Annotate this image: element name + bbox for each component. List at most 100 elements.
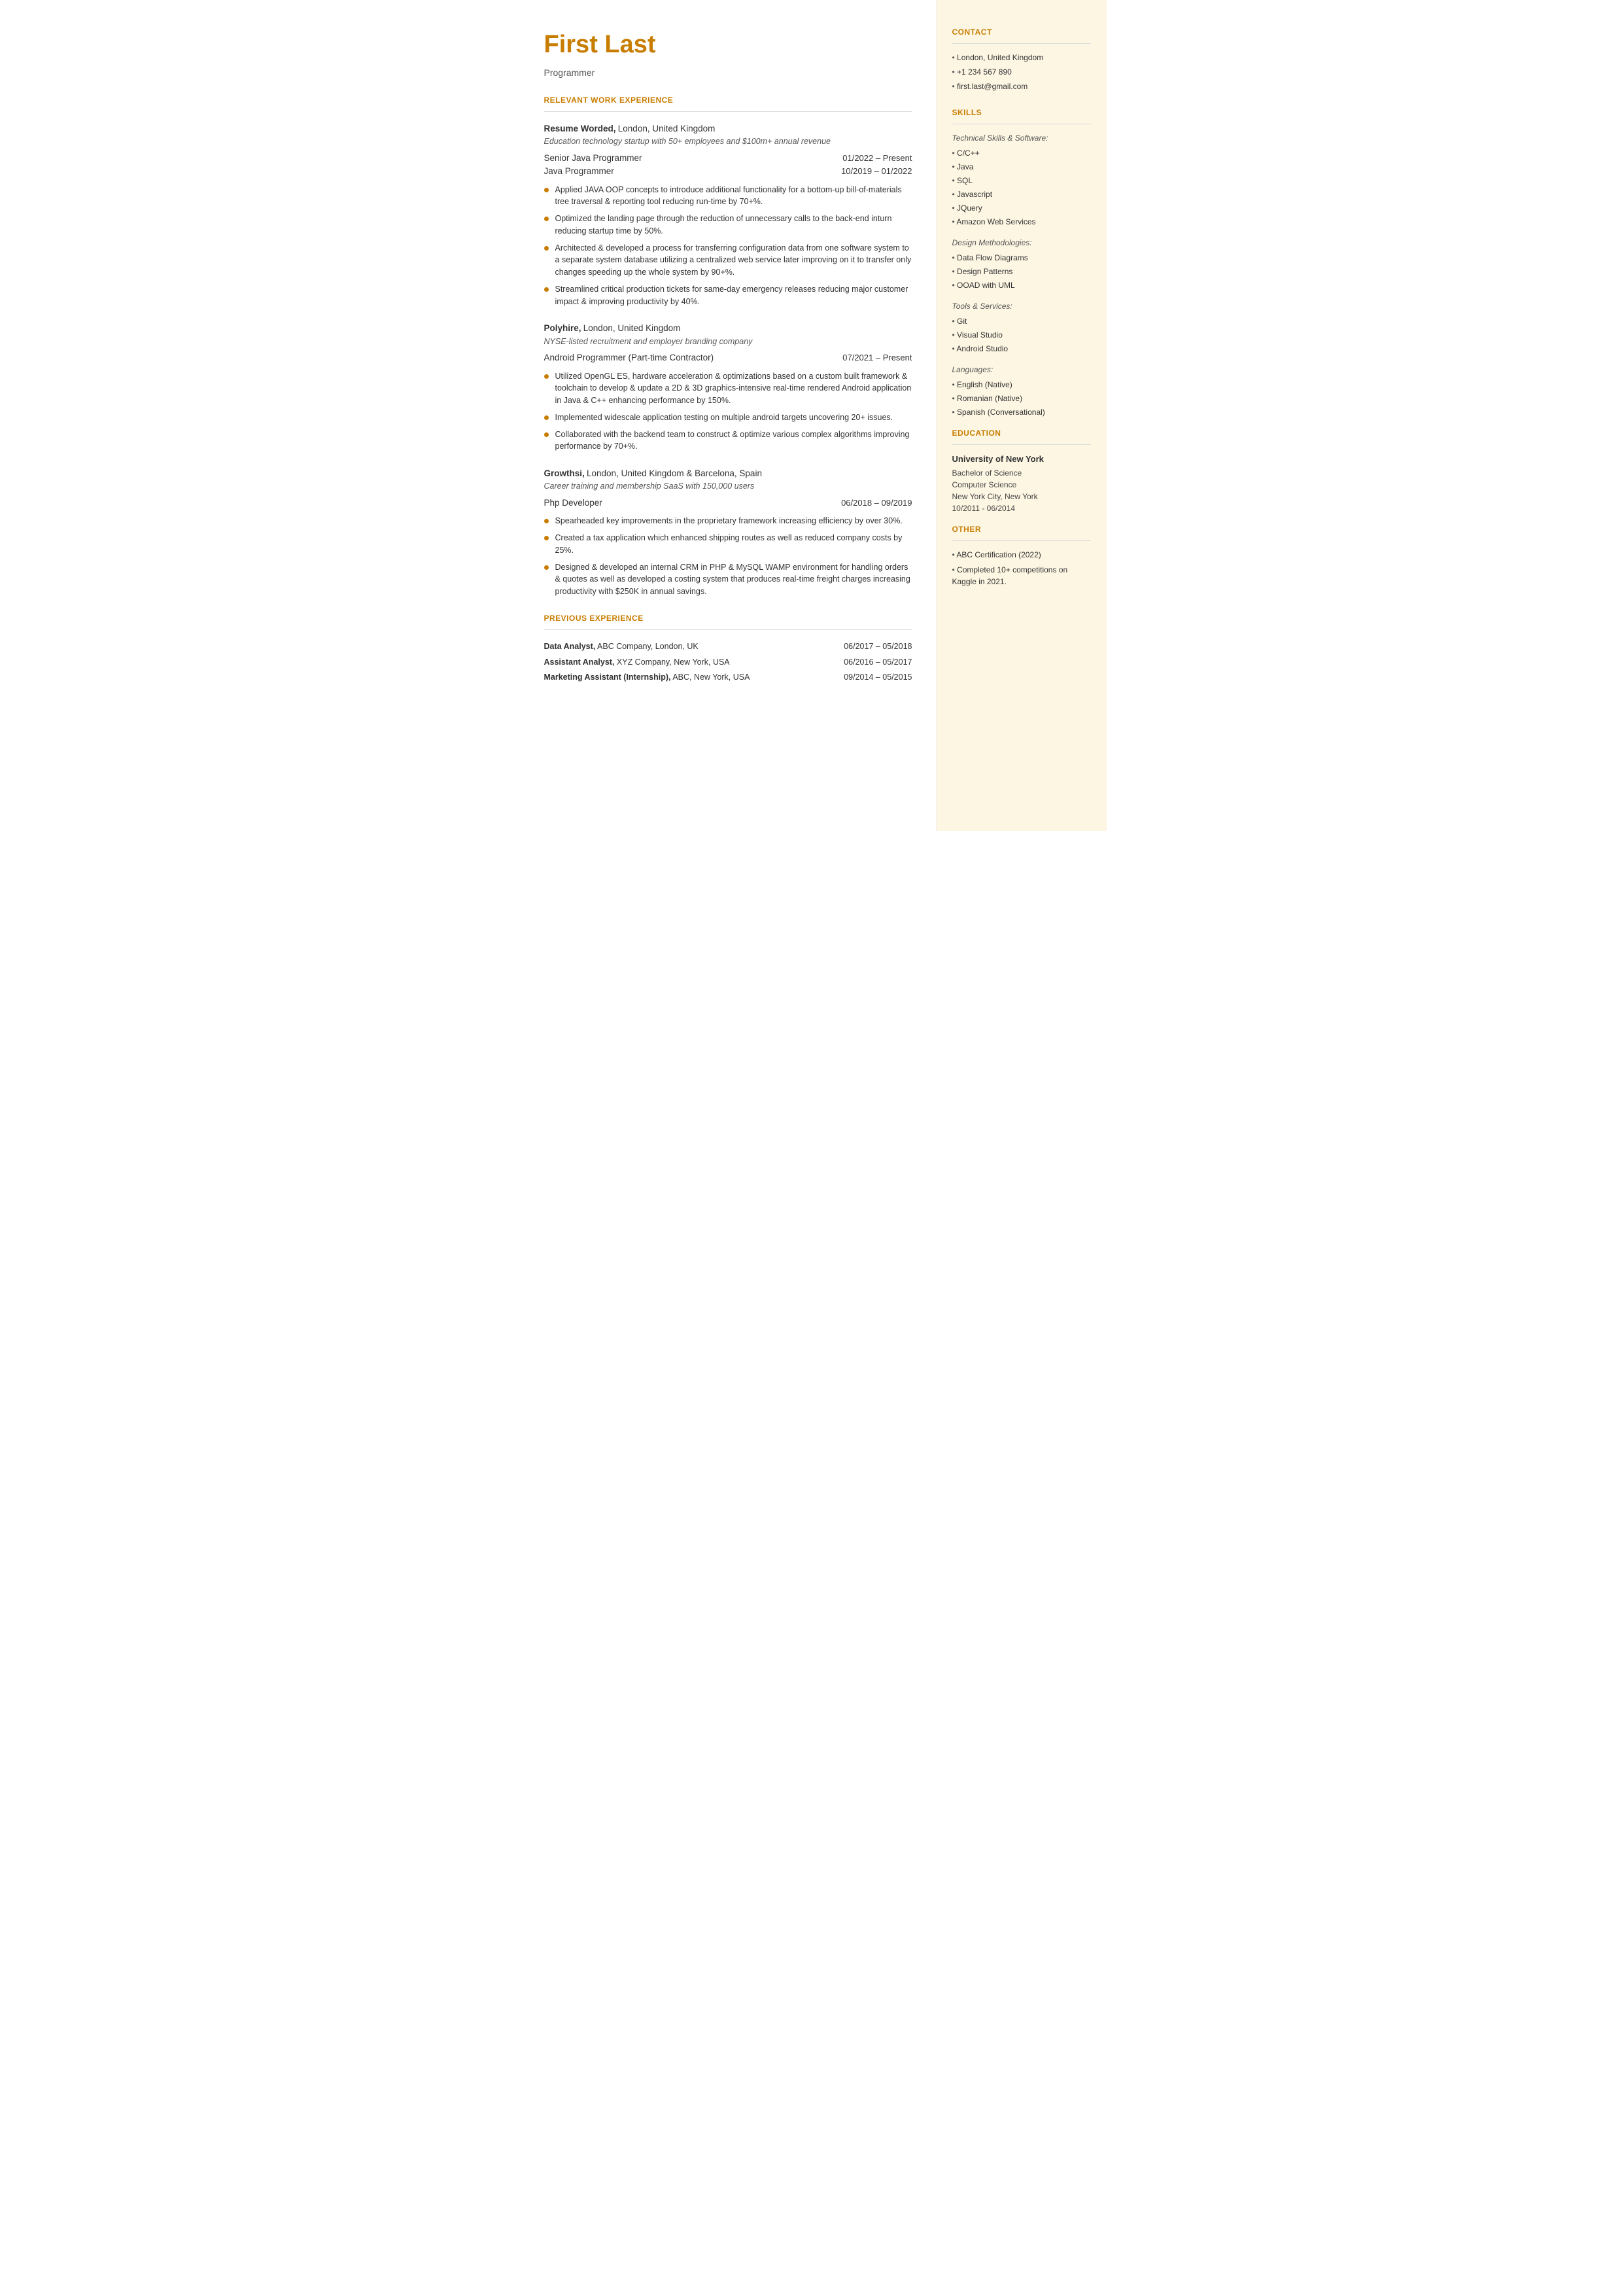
relevant-work-title: RELEVANT WORK EXPERIENCE [544,94,912,106]
edu-dates: 10/2011 - 06/2014 [952,502,1091,514]
prev-date-1: 06/2017 – 05/2018 [844,640,912,653]
bullet-list-2: Utilized OpenGL ES, hardware acceleratio… [544,370,912,453]
prev-role-3: Marketing Assistant (Internship), ABC, N… [544,671,844,684]
bullet-dot [544,565,549,570]
design-label: Design Methodologies: [952,237,1091,249]
prev-role-bold-1: Data Analyst, [544,642,596,651]
prev-row-1: Data Analyst, ABC Company, London, UK 06… [544,640,912,653]
education-title: EDUCATION [952,427,1091,439]
lang-2: Spanish (Conversational) [952,406,1091,418]
company-name-2: Polyhire, [544,323,581,333]
job-block-resume-worded: Resume Worded, London, United Kingdom Ed… [544,122,912,307]
job-row-1b: Java Programmer 10/2019 – 01/2022 [544,165,912,178]
company-header-1: Resume Worded, London, United Kingdom [544,122,912,135]
job-date-1a: 01/2022 – Present [842,152,912,165]
skills-title: SKILLS [952,107,1091,118]
bullet-dot [544,188,549,192]
bullet-2-2: Implemented widescale application testin… [544,412,912,424]
job-block-polyhire: Polyhire, London, United Kingdom NYSE-li… [544,322,912,453]
other-list: ABC Certification (2022) Completed 10+ c… [952,549,1091,587]
prev-role-2: Assistant Analyst, XYZ Company, New York… [544,656,844,669]
contact-divider [952,43,1091,44]
skills-section: SKILLS Technical Skills & Software: C/C+… [952,107,1091,418]
job-date-2a: 07/2021 – Present [842,351,912,364]
job-date-1b: 10/2019 – 01/2022 [841,165,912,178]
bullet-1-2: Optimized the landing page through the r… [544,213,912,237]
previous-experience-section: PREVIOUS EXPERIENCE Data Analyst, ABC Co… [544,612,912,684]
company-name-1: Resume Worded, [544,124,616,133]
job-title-1a: Senior Java Programmer [544,152,642,165]
other-item-1: Completed 10+ competitions on Kaggle in … [952,564,1091,587]
edu-field: Computer Science [952,479,1091,491]
other-divider [952,540,1091,541]
contact-title: CONTACT [952,26,1091,38]
edu-school: University of New York [952,453,1091,466]
edu-block: University of New York Bachelor of Scien… [952,453,1091,514]
bullet-dot [544,519,549,523]
bullet-3-1: Spearheaded key improvements in the prop… [544,515,912,527]
technical-label: Technical Skills & Software: [952,132,1091,144]
skill-3: Javascript [952,188,1091,200]
bullet-dot [544,415,549,420]
tool-1: Visual Studio [952,329,1091,341]
tool-0: Git [952,315,1091,327]
company-location-2: London, United Kingdom [583,323,681,333]
languages-list: English (Native) Romanian (Native) Spani… [952,379,1091,418]
bullet-1-1: Applied JAVA OOP concepts to introduce a… [544,184,912,209]
divider-relevant [544,111,912,112]
education-section: EDUCATION University of New York Bachelo… [952,427,1091,514]
job-row-1a: Senior Java Programmer 01/2022 – Present [544,152,912,165]
bullet-dot [544,246,549,251]
contact-section: CONTACT London, United Kingdom +1 234 56… [952,26,1091,92]
lang-0: English (Native) [952,379,1091,391]
bullet-dot [544,217,549,221]
job-date-3a: 06/2018 – 09/2019 [841,497,912,510]
edu-degree: Bachelor of Science [952,467,1091,479]
company-name-3: Growthsi, [544,468,585,478]
company-location-1: London, United Kingdom [618,124,716,133]
bullet-dot [544,536,549,540]
lang-1: Romanian (Native) [952,393,1091,404]
design-skills-list: Data Flow Diagrams Design Patterns OOAD … [952,252,1091,291]
tool-2: Android Studio [952,343,1091,355]
bullet-1-3: Architected & developed a process for tr… [544,242,912,279]
company-header-2: Polyhire, London, United Kingdom [544,322,912,335]
company-desc-3: Career training and membership SaaS with… [544,480,912,493]
bullet-list-3: Spearheaded key improvements in the prop… [544,515,912,598]
bullet-3-2: Created a tax application which enhanced… [544,532,912,557]
skill-2: SQL [952,175,1091,186]
skill-5: Amazon Web Services [952,216,1091,228]
job-block-growthsi: Growthsi, London, United Kingdom & Barce… [544,467,912,598]
prev-role-bold-3: Marketing Assistant (Internship), [544,673,671,682]
other-item-0: ABC Certification (2022) [952,549,1091,561]
bullet-2-1: Utilized OpenGL ES, hardware acceleratio… [544,370,912,407]
tools-label: Tools & Services: [952,300,1091,312]
resume-page: First Last Programmer RELEVANT WORK EXPE… [518,0,1107,831]
prev-date-2: 06/2016 – 05/2017 [844,656,912,669]
contact-item-2: first.last@gmail.com [952,80,1091,92]
bullet-1-4: Streamlined critical production tickets … [544,283,912,308]
company-desc-2: NYSE-listed recruitment and employer bra… [544,336,912,348]
job-title-1b: Java Programmer [544,165,614,178]
design-2: OOAD with UML [952,279,1091,291]
edu-location: New York City, New York [952,491,1091,502]
job-title-3a: Php Developer [544,497,602,510]
job-title-2a: Android Programmer (Part-time Contractor… [544,351,714,364]
bullet-dot [544,432,549,437]
job-row-2a: Android Programmer (Part-time Contractor… [544,351,912,364]
skill-0: C/C++ [952,147,1091,159]
prev-date-3: 09/2014 – 05/2015 [844,671,912,684]
prev-row-3: Marketing Assistant (Internship), ABC, N… [544,671,912,684]
previous-work-title: PREVIOUS EXPERIENCE [544,612,912,624]
prev-role-1: Data Analyst, ABC Company, London, UK [544,640,844,653]
skill-4: JQuery [952,202,1091,214]
prev-role-rest-2: XYZ Company, New York, USA [617,657,730,667]
languages-label: Languages: [952,364,1091,376]
prev-role-bold-2: Assistant Analyst, [544,657,615,667]
other-section: OTHER ABC Certification (2022) Completed… [952,523,1091,587]
bullet-list-1: Applied JAVA OOP concepts to introduce a… [544,184,912,308]
design-0: Data Flow Diagrams [952,252,1091,264]
contact-item-1: +1 234 567 890 [952,66,1091,78]
bullet-2-3: Collaborated with the backend team to co… [544,429,912,453]
company-location-3: London, United Kingdom & Barcelona, Spai… [587,468,762,478]
